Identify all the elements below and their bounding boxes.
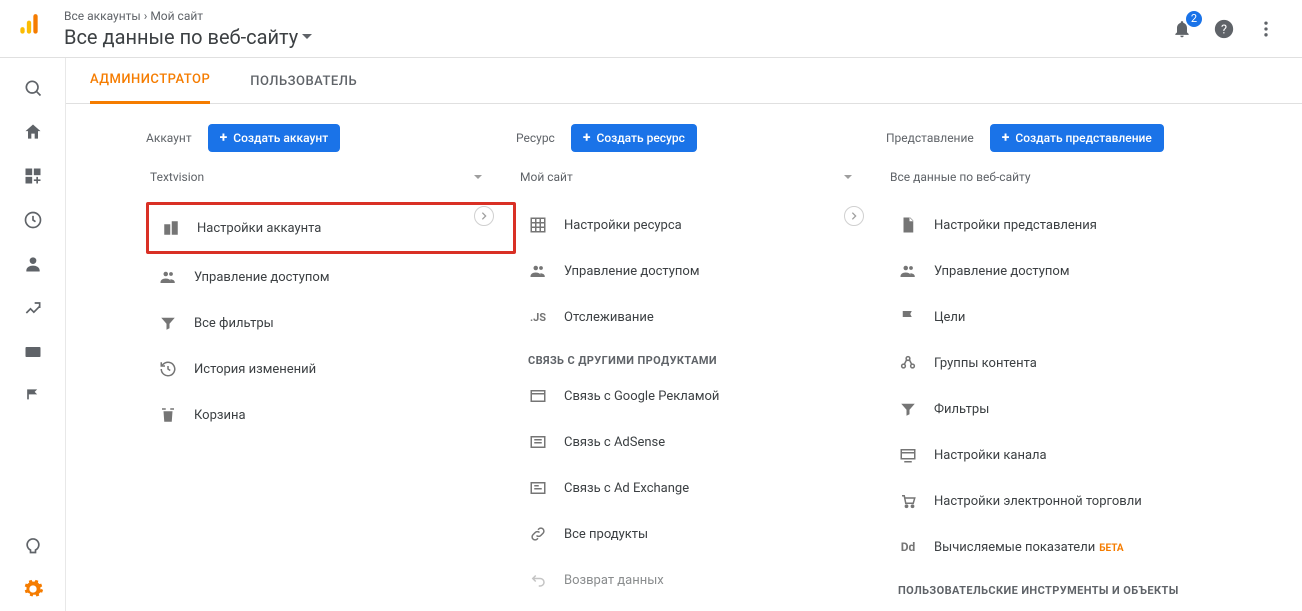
notifications-button[interactable]: 2: [1170, 17, 1194, 41]
tab-user[interactable]: ПОЛЬЗОВАТЕЛЬ: [250, 60, 357, 103]
nav-conversions[interactable]: [13, 374, 53, 418]
account-history[interactable]: История изменений: [146, 346, 516, 392]
caret-down-icon: [302, 34, 312, 39]
people-icon: [528, 261, 548, 281]
nav-search[interactable]: [13, 66, 53, 110]
view-settings[interactable]: Настройки представления: [886, 202, 1286, 248]
create-property-button[interactable]: +Создать ресурс: [571, 124, 697, 152]
tabs: АДМИНИСТРАТОР ПОЛЬЗОВАТЕЛЬ: [66, 58, 1302, 104]
section-product-linking: СВЯЗЬ С ДРУГИМИ ПРОДУКТАМИ: [516, 340, 886, 373]
account-selector[interactable]: Textvision: [146, 164, 486, 190]
nav-audience[interactable]: [13, 242, 53, 286]
view-channel[interactable]: Настройки канала: [886, 432, 1286, 478]
beta-badge: БЕТА: [1099, 543, 1123, 554]
ads-icon: [528, 386, 548, 406]
doc-icon: [898, 215, 918, 235]
next-arrow-button[interactable]: [474, 206, 494, 226]
dd-icon: Dd: [898, 537, 918, 557]
create-account-button[interactable]: +Создать аккаунт: [208, 124, 341, 152]
people-icon: [158, 267, 178, 287]
help-button[interactable]: ?: [1212, 17, 1236, 41]
plus-icon: +: [1002, 130, 1010, 146]
col-account: Аккаунт +Создать аккаунт Textvision Наст…: [146, 124, 516, 603]
content: АДМИНИСТРАТОР ПОЛЬЗОВАТЕЛЬ Аккаунт +Созд…: [66, 58, 1302, 611]
view-calc-metrics[interactable]: Dd Вычисляемые показателиБЕТА: [886, 524, 1286, 570]
plus-icon: +: [583, 130, 591, 146]
next-arrow-button[interactable]: [844, 206, 864, 226]
account-title: Аккаунт: [146, 131, 192, 145]
nav-home[interactable]: [13, 110, 53, 154]
link-icon: [528, 524, 548, 544]
link-google-ads[interactable]: Связь с Google Рекламой: [516, 373, 886, 419]
trash-icon: [158, 405, 178, 425]
flag-icon: [898, 307, 918, 327]
notification-badge: 2: [1186, 11, 1202, 27]
section-personal-tools: ПОЛЬЗОВАТЕЛЬСКИЕ ИНСТРУМЕНТЫ И ОБЪЕКТЫ: [886, 570, 1286, 603]
property-title: Ресурс: [516, 131, 555, 145]
view-access[interactable]: Управление доступом: [886, 248, 1286, 294]
col-view: Представление +Создать представление Все…: [886, 124, 1286, 603]
adx-icon: [528, 478, 548, 498]
analytics-logo-icon: [16, 12, 42, 42]
property-tracking[interactable]: .JS Отслеживание: [516, 294, 886, 340]
history-icon: [158, 359, 178, 379]
nav-behavior[interactable]: [13, 330, 53, 374]
filter-icon: [158, 313, 178, 333]
data-return[interactable]: Возврат данных: [516, 557, 886, 603]
left-nav: [0, 58, 66, 611]
content-icon: [898, 353, 918, 373]
topbar: Все аккаунты › Мой сайт Все данные по ве…: [0, 0, 1302, 58]
view-picker[interactable]: Все данные по веб-сайту: [64, 25, 312, 49]
tab-admin[interactable]: АДМИНИСТРАТОР: [90, 58, 210, 104]
account-trash[interactable]: Корзина: [146, 392, 516, 438]
view-goals[interactable]: Цели: [886, 294, 1286, 340]
adsense-icon: [528, 432, 548, 452]
svg-text:?: ?: [1221, 22, 1227, 37]
view-selector[interactable]: Все данные по веб-сайту: [886, 164, 1226, 190]
account-settings[interactable]: Настройки аккаунта: [146, 202, 516, 254]
grid-icon: [528, 215, 548, 235]
js-icon: .JS: [528, 307, 548, 327]
link-adexchange[interactable]: Связь с Ad Exchange: [516, 465, 886, 511]
create-view-button[interactable]: +Создать представление: [990, 124, 1164, 152]
nav-realtime[interactable]: [13, 198, 53, 242]
col-property: Ресурс +Создать ресурс Мой сайт Настройк…: [516, 124, 886, 603]
channel-icon: [898, 445, 918, 465]
property-access[interactable]: Управление доступом: [516, 248, 886, 294]
plus-icon: +: [220, 130, 228, 146]
property-settings[interactable]: Настройки ресурса: [516, 202, 886, 248]
return-icon: [528, 570, 548, 590]
view-title: Представление: [886, 131, 974, 145]
view-filters[interactable]: Фильтры: [886, 386, 1286, 432]
view-content-groups[interactable]: Группы контента: [886, 340, 1286, 386]
caret-down-icon: [844, 175, 852, 179]
cart-icon: [898, 491, 918, 511]
people-icon: [898, 261, 918, 281]
nav-discover[interactable]: [13, 523, 53, 567]
nav-customize[interactable]: [13, 154, 53, 198]
more-menu-button[interactable]: [1254, 17, 1278, 41]
link-all-products[interactable]: Все продукты: [516, 511, 886, 557]
view-ecommerce[interactable]: Настройки электронной торговли: [886, 478, 1286, 524]
breadcrumb[interactable]: Все аккаунты › Мой сайт: [64, 9, 312, 23]
filter-icon: [898, 399, 918, 419]
nav-admin[interactable]: [13, 567, 53, 611]
caret-down-icon: [474, 175, 482, 179]
account-access[interactable]: Управление доступом: [146, 254, 516, 300]
building-icon: [161, 218, 181, 238]
account-filters[interactable]: Все фильтры: [146, 300, 516, 346]
property-selector[interactable]: Мой сайт: [516, 164, 856, 190]
link-adsense[interactable]: Связь с AdSense: [516, 419, 886, 465]
nav-acquisition[interactable]: [13, 286, 53, 330]
